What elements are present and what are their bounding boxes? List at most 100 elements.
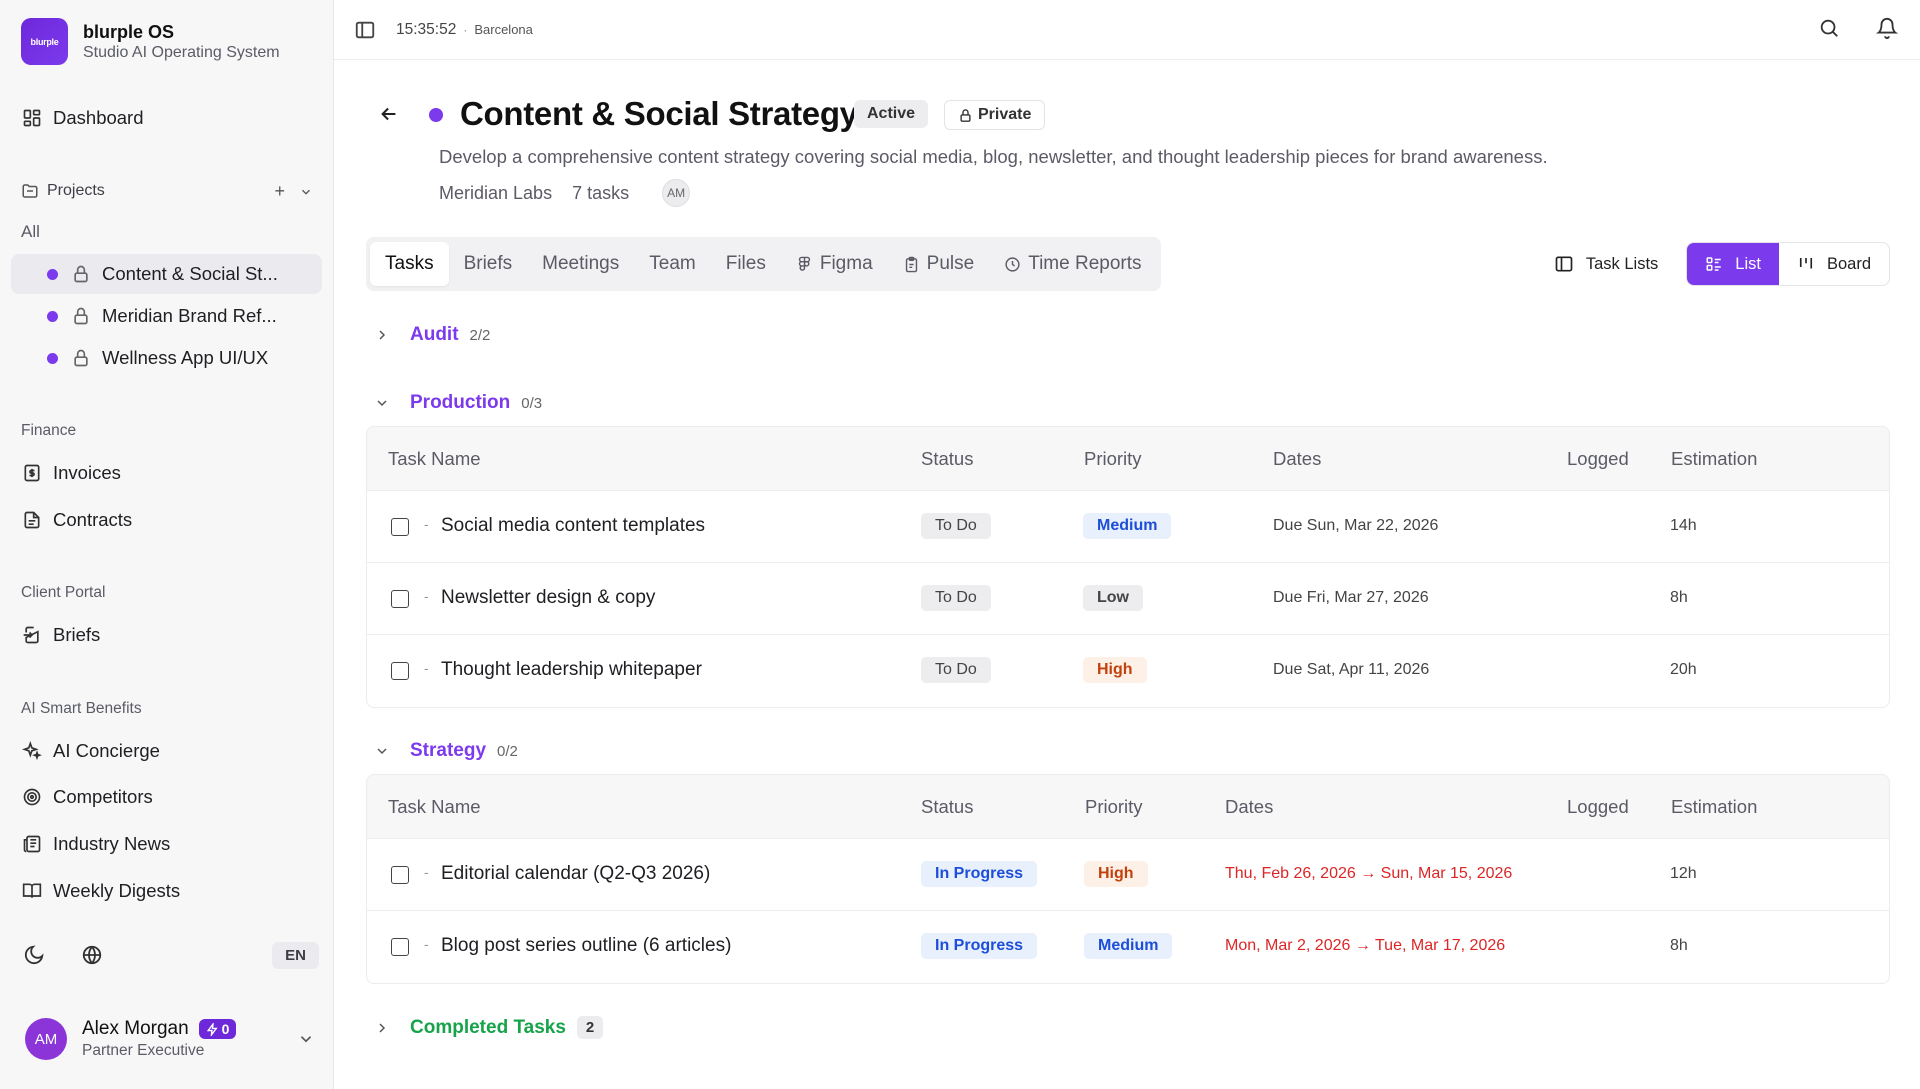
tab-meetings[interactable]: Meetings	[527, 242, 634, 286]
task-estimation[interactable]: 14h	[1670, 517, 1697, 535]
task-dates[interactable]: Due Sat, Apr 11, 2026	[1273, 661, 1429, 679]
file-import-icon	[21, 624, 43, 646]
task-name[interactable]: Newsletter design & copy	[441, 587, 655, 609]
col-estimation[interactable]: Estimation	[1671, 796, 1757, 818]
chevron-down-icon[interactable]	[299, 181, 313, 202]
task-lists-button[interactable]: Task Lists	[1554, 254, 1658, 274]
app-subtitle: Studio AI Operating System	[83, 43, 280, 61]
task-estimation[interactable]: 8h	[1670, 589, 1688, 607]
status-pill[interactable]: To Do	[921, 585, 991, 611]
tab-tasks[interactable]: Tasks	[370, 242, 449, 286]
task-estimation[interactable]: 8h	[1670, 937, 1688, 955]
user-menu[interactable]: AM Alex Morgan 0 Partner Executive	[25, 1016, 315, 1062]
sidebar-project-item[interactable]: Wellness App UI/UX	[11, 338, 322, 378]
sidebar-item-competitors[interactable]: Competitors	[21, 782, 153, 812]
sidebar-item-dashboard[interactable]: Dashboard	[21, 103, 144, 133]
group-header-completed[interactable]: Completed Tasks 2	[374, 1016, 604, 1039]
col-dates[interactable]: Dates	[1273, 448, 1321, 470]
col-task-name[interactable]: Task Name	[388, 448, 481, 470]
table-row[interactable]: - Thought leadership whitepaper To Do Hi…	[367, 635, 1889, 707]
language-button[interactable]: EN	[272, 941, 319, 969]
task-estimation[interactable]: 12h	[1670, 865, 1697, 883]
tab-briefs[interactable]: Briefs	[449, 242, 528, 286]
table-row[interactable]: - Blog post series outline (6 articles) …	[367, 911, 1889, 983]
bolt-icon	[206, 1022, 218, 1036]
add-project-icon[interactable]: +	[274, 181, 285, 202]
task-dates[interactable]: Mon, Mar 2, 2026 → Tue, Mar 17, 2026	[1225, 937, 1505, 955]
tab-team[interactable]: Team	[634, 242, 710, 286]
priority-pill[interactable]: High	[1084, 861, 1148, 887]
bell-icon[interactable]	[1876, 17, 1898, 39]
sidebar-item-industry-news[interactable]: Industry News	[21, 829, 170, 859]
task-checkbox[interactable]	[391, 662, 409, 680]
group-header-production[interactable]: Production 0/3	[374, 392, 542, 414]
task-dates[interactable]: Due Sun, Mar 22, 2026	[1273, 517, 1438, 535]
projects-header[interactable]: Projects +	[21, 178, 313, 204]
col-status[interactable]: Status	[921, 796, 973, 818]
list-view-button[interactable]: List	[1687, 243, 1779, 285]
lock-icon	[960, 108, 971, 122]
chevron-down-icon[interactable]	[297, 1030, 315, 1048]
sidebar-item-ai-concierge[interactable]: AI Concierge	[21, 736, 160, 766]
table-row[interactable]: - Social media content templates To Do M…	[367, 491, 1889, 563]
task-estimation[interactable]: 20h	[1670, 661, 1697, 679]
group-name: Production	[410, 392, 511, 413]
status-pill[interactable]: In Progress	[921, 861, 1038, 887]
sidebar-item-contracts[interactable]: Contracts	[21, 505, 132, 535]
col-priority[interactable]: Priority	[1084, 448, 1142, 470]
tab-files[interactable]: Files	[711, 242, 781, 286]
priority-pill[interactable]: Medium	[1083, 513, 1172, 539]
status-badge[interactable]: Active	[854, 100, 929, 128]
priority-pill[interactable]: High	[1083, 657, 1147, 683]
priority-pill[interactable]: Medium	[1084, 933, 1173, 959]
task-checkbox[interactable]	[391, 518, 409, 536]
col-estimation[interactable]: Estimation	[1671, 448, 1757, 470]
col-logged[interactable]: Logged	[1567, 796, 1629, 818]
row-dash: -	[424, 936, 429, 952]
brand[interactable]: blurple blurple OS Studio AI Operating S…	[21, 18, 280, 65]
back-arrow-icon[interactable]	[378, 103, 402, 127]
task-name[interactable]: Social media content templates	[441, 515, 705, 537]
col-task-name[interactable]: Task Name	[388, 796, 481, 818]
table-row[interactable]: - Editorial calendar (Q2-Q3 2026) In Pro…	[367, 839, 1889, 911]
task-checkbox[interactable]	[391, 866, 409, 884]
sidebar-item-weekly-digests[interactable]: Weekly Digests	[21, 876, 180, 906]
tab-pulse[interactable]: Pulse	[888, 242, 990, 286]
task-name[interactable]: Editorial calendar (Q2-Q3 2026)	[441, 863, 710, 885]
sidebar-item-invoices[interactable]: Invoices	[21, 458, 121, 488]
sidebar-toggle-icon[interactable]	[354, 19, 376, 41]
search-icon[interactable]	[1818, 17, 1840, 39]
status-pill[interactable]: To Do	[921, 513, 991, 539]
table-header: Task Name Status Priority Dates Logged E…	[367, 427, 1889, 491]
task-checkbox[interactable]	[391, 938, 409, 956]
col-status[interactable]: Status	[921, 448, 973, 470]
board-view-button[interactable]: Board	[1779, 243, 1889, 285]
status-pill[interactable]: In Progress	[921, 933, 1038, 959]
col-logged[interactable]: Logged	[1567, 448, 1629, 470]
moon-icon[interactable]	[21, 942, 47, 968]
sidebar-item-briefs[interactable]: Briefs	[21, 620, 100, 650]
client-name[interactable]: Meridian Labs	[439, 183, 552, 204]
table-row[interactable]: - Newsletter design & copy To Do Low Due…	[367, 563, 1889, 635]
task-name[interactable]: Blog post series outline (6 articles)	[441, 935, 731, 957]
filter-all[interactable]: All	[21, 222, 40, 242]
group-header-strategy[interactable]: Strategy 0/2	[374, 740, 518, 762]
task-checkbox[interactable]	[391, 590, 409, 608]
project-tabs: Tasks Briefs Meetings Team Files Figma P…	[366, 237, 1161, 291]
sidebar-project-item[interactable]: Content & Social St...	[11, 254, 322, 294]
task-name[interactable]: Thought leadership whitepaper	[441, 659, 702, 681]
tasks-table-strategy: Task Name Status Priority Dates Logged E…	[366, 774, 1890, 984]
member-avatar[interactable]: AM	[662, 179, 691, 207]
globe-icon[interactable]	[79, 942, 105, 968]
tab-figma[interactable]: Figma	[781, 242, 888, 286]
group-header-audit[interactable]: Audit 2/2	[374, 324, 490, 346]
sidebar-project-item[interactable]: Meridian Brand Ref...	[11, 296, 322, 336]
priority-pill[interactable]: Low	[1083, 585, 1143, 611]
task-dates[interactable]: Due Fri, Mar 27, 2026	[1273, 589, 1429, 607]
visibility-badge[interactable]: Private	[944, 100, 1046, 130]
col-priority[interactable]: Priority	[1085, 796, 1143, 818]
status-pill[interactable]: To Do	[921, 657, 991, 683]
col-dates[interactable]: Dates	[1225, 796, 1273, 818]
tab-time-reports[interactable]: Time Reports	[989, 242, 1156, 286]
task-dates[interactable]: Thu, Feb 26, 2026 → Sun, Mar 15, 2026	[1225, 865, 1512, 883]
